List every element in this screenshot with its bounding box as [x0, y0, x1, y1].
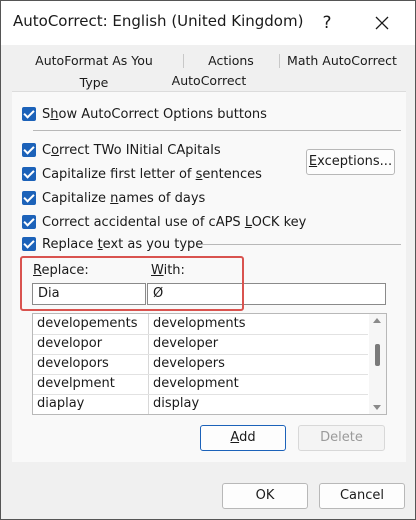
- list-item[interactable]: diaplay display: [33, 394, 368, 414]
- entry-replace: developements: [37, 316, 138, 331]
- checkbox-label: Show AutoCorrect Options buttons: [42, 106, 267, 122]
- delete-button[interactable]: Delete: [298, 425, 385, 451]
- checkbox-label: Capitalize names of days: [42, 190, 206, 206]
- dialog-footer: OK Cancel: [1, 469, 415, 519]
- exceptions-button[interactable]: Exceptions...: [306, 149, 395, 175]
- dialog-title: AutoCorrect: English (United Kingdom): [13, 12, 304, 30]
- entry-with: developers: [153, 356, 225, 371]
- checkbox-label: Correct TWo INitial CApitals: [42, 142, 221, 158]
- close-button[interactable]: [368, 9, 396, 37]
- checkbox-label: Replace text as you type: [42, 236, 204, 252]
- capitalize-days-checkbox[interactable]: Capitalize names of days: [22, 189, 205, 207]
- tab-actions[interactable]: Actions: [193, 50, 269, 72]
- replace-text-checkbox[interactable]: Replace text as you type: [22, 235, 203, 253]
- tab-math-autocorrect[interactable]: Math AutoCorrect: [281, 50, 403, 72]
- checkbox-label: Correct accidental use of cAPS LOCK key: [42, 214, 307, 230]
- checkbox-checked-icon: [22, 215, 36, 229]
- capitalize-sentences-checkbox[interactable]: Capitalize first letter of sentences: [22, 165, 262, 183]
- checkbox-checked-icon: [22, 237, 36, 251]
- entry-with: display: [153, 396, 200, 411]
- tab-autoformat-as-you-type[interactable]: AutoFormat As You Type: [19, 50, 169, 90]
- list-item[interactable]: develpment development: [33, 374, 368, 395]
- tab-autocorrect[interactable]: AutoCorrect: [13, 71, 405, 91]
- scroll-up-arrow-icon[interactable]: [373, 318, 381, 323]
- caps-lock-checkbox[interactable]: Correct accidental use of cAPS LOCK key: [22, 213, 306, 231]
- list-scrollbar[interactable]: [369, 314, 386, 414]
- checkbox-checked-icon: [22, 191, 36, 205]
- autocorrect-entries-list[interactable]: developements developments developor dev…: [32, 313, 387, 415]
- ok-button[interactable]: OK: [222, 483, 308, 509]
- entry-with: developments: [153, 316, 246, 331]
- scroll-down-arrow-icon[interactable]: [373, 405, 381, 410]
- checkbox-label: Capitalize first letter of sentences: [42, 166, 262, 182]
- checkbox-checked-icon: [22, 167, 36, 181]
- correct-two-initial-capitals-checkbox[interactable]: Correct TWo INitial CApitals: [22, 141, 221, 159]
- entry-with: development: [153, 376, 239, 391]
- divider: [33, 130, 401, 131]
- add-button[interactable]: Add: [200, 425, 286, 451]
- tab-separator: [279, 54, 280, 68]
- scrollbar-thumb[interactable]: [375, 344, 380, 366]
- list-item[interactable]: developor developer: [33, 334, 368, 355]
- cancel-button[interactable]: Cancel: [319, 483, 405, 509]
- entry-replace: develpment: [37, 376, 115, 391]
- divider: [201, 244, 401, 245]
- entry-replace: developor: [37, 336, 103, 351]
- entry-replace: developors: [37, 356, 109, 371]
- close-icon: [375, 16, 389, 30]
- checkbox-checked-icon: [22, 107, 36, 121]
- highlight-annotation-box: [20, 256, 244, 311]
- list-item[interactable]: developors developers: [33, 354, 368, 375]
- title-bar: AutoCorrect: English (United Kingdom) ?: [1, 1, 415, 45]
- checkbox-checked-icon: [22, 143, 36, 157]
- show-autocorrect-buttons-checkbox[interactable]: Show AutoCorrect Options buttons: [22, 105, 267, 123]
- autocorrect-dialog: AutoCorrect: English (United Kingdom) ? …: [0, 0, 416, 520]
- tab-separator: [183, 54, 184, 68]
- entry-with: developer: [153, 336, 219, 351]
- entry-replace: diaplay: [37, 396, 85, 411]
- list-item[interactable]: developements developments: [33, 314, 368, 335]
- help-button[interactable]: ?: [313, 9, 341, 37]
